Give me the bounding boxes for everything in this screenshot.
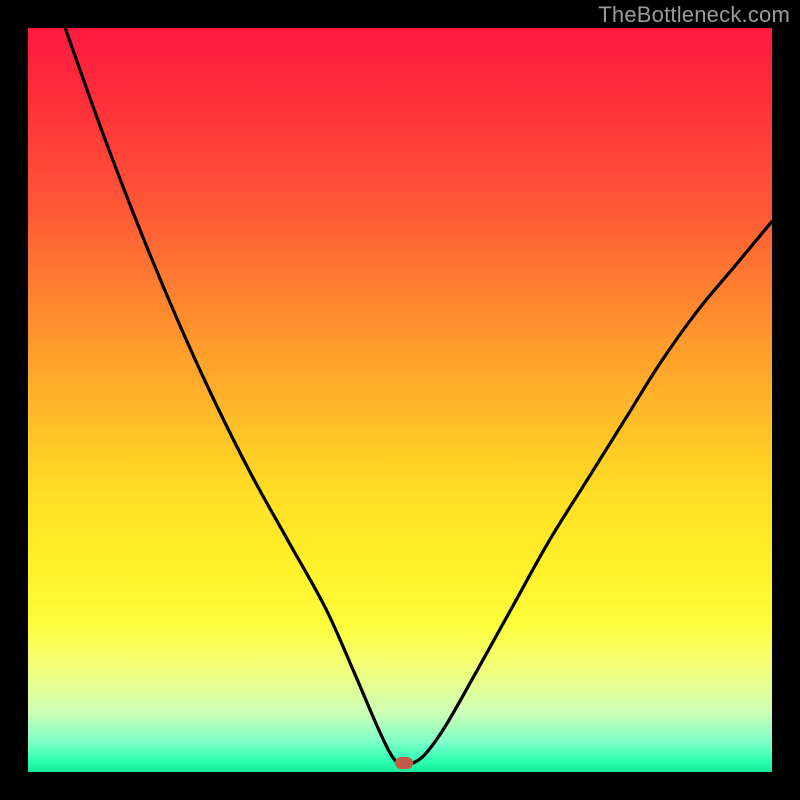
watermark-text: TheBottleneck.com (598, 2, 790, 28)
chart-frame: TheBottleneck.com (0, 0, 800, 800)
bottleneck-curve (28, 28, 772, 772)
plot-area (28, 28, 772, 772)
optimal-point-marker (395, 757, 413, 769)
curve-path (65, 28, 772, 765)
